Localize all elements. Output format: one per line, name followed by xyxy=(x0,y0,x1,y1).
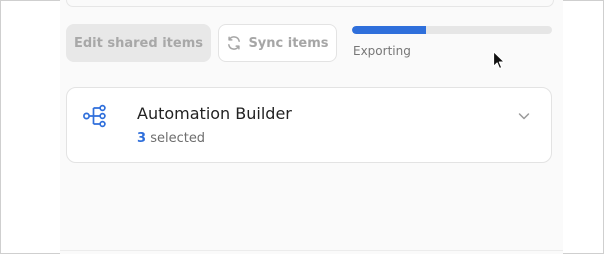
export-status-label: Exporting xyxy=(353,44,411,58)
edit-shared-items-label: Edit shared items xyxy=(74,35,203,51)
previous-card-edge xyxy=(66,0,554,7)
workflow-icon xyxy=(83,104,106,128)
export-progress-fill xyxy=(352,26,426,34)
sync-icon xyxy=(228,36,241,50)
selected-count: 3 xyxy=(137,131,147,146)
mouse-cursor-icon xyxy=(492,50,505,70)
chevron-down-icon[interactable] xyxy=(517,109,531,123)
panel-divider xyxy=(60,250,563,251)
export-progress-bar xyxy=(352,26,552,34)
selected-summary: 3 selected xyxy=(137,131,205,146)
automation-builder-card[interactable]: Automation Builder 3 selected xyxy=(66,87,552,163)
card-title: Automation Builder xyxy=(137,104,292,123)
edit-shared-items-button[interactable]: Edit shared items xyxy=(66,24,211,62)
sync-items-button[interactable]: Sync items xyxy=(218,24,337,62)
selected-suffix: selected xyxy=(150,131,206,146)
sync-items-label: Sync items xyxy=(248,35,329,51)
